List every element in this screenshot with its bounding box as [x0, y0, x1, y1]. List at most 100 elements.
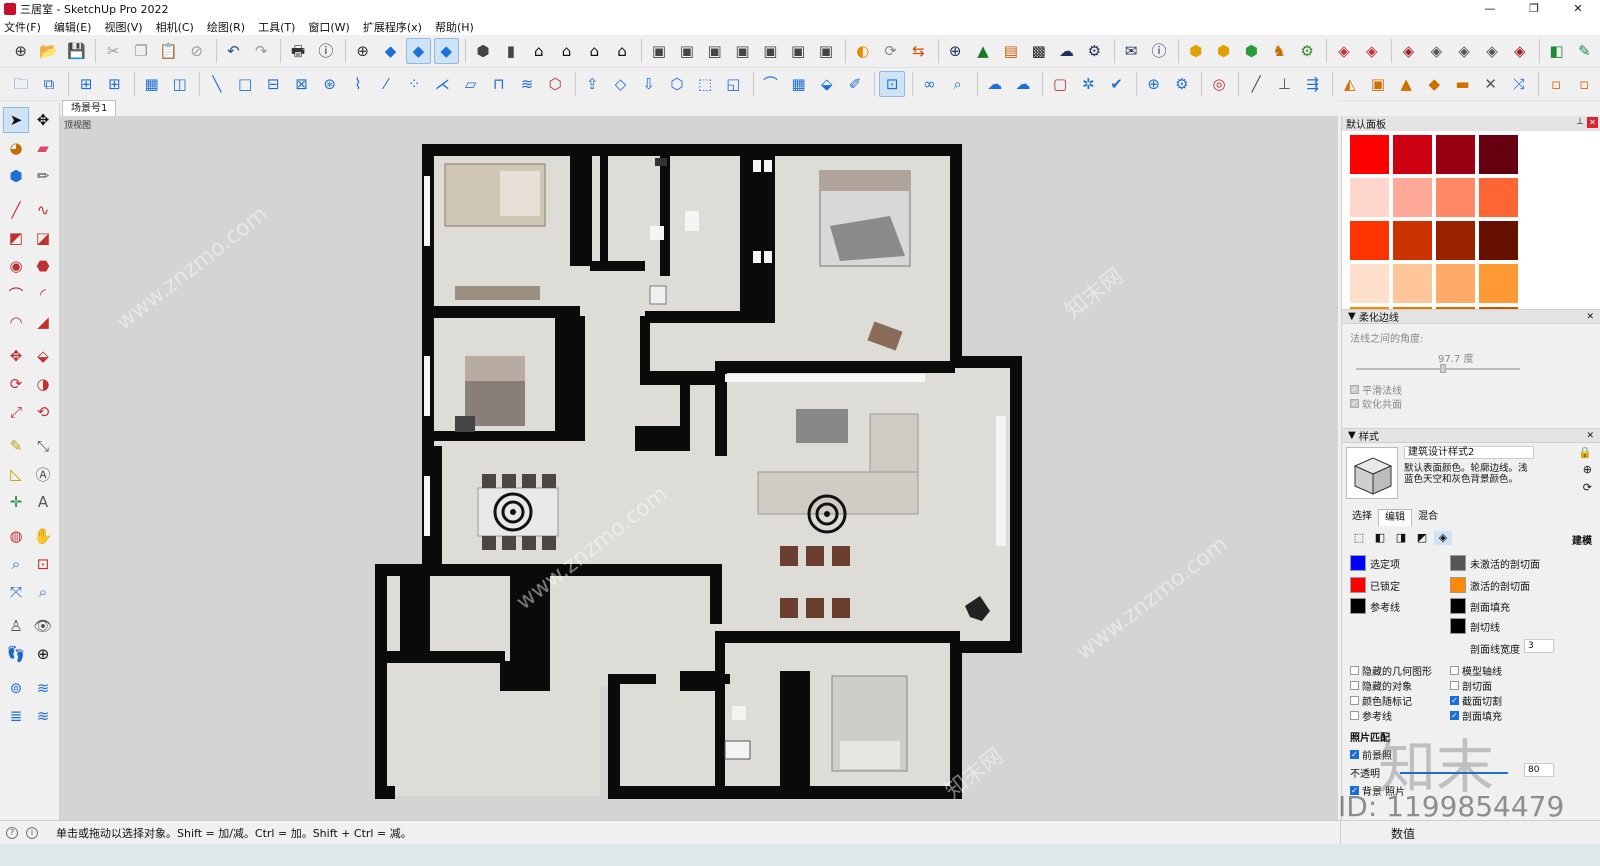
xray-icon[interactable]: ▣ [646, 38, 671, 64]
style-name-field[interactable]: 建筑设计样式2 [1404, 446, 1534, 459]
front-view-icon[interactable]: ⌂ [526, 38, 551, 64]
tape-icon[interactable]: ✎ [3, 433, 29, 459]
shaded-textures-icon[interactable]: ▣ [785, 38, 810, 64]
material-swatch[interactable] [1393, 178, 1432, 217]
grid-icon[interactable]: ▦ [139, 71, 165, 97]
three-point-arc-icon[interactable]: ◠ [3, 309, 29, 335]
plugin-figure-icon[interactable]: ♞ [1267, 38, 1292, 64]
styles-header[interactable]: ▼ 样式 ✕ [1342, 428, 1600, 443]
cloud2-icon[interactable]: ☁ [1010, 71, 1036, 97]
eraser-icon[interactable]: ▰ [30, 135, 56, 161]
zoom-window-icon[interactable]: ⊡ [30, 551, 56, 577]
section-close-icon[interactable]: ✕ [1586, 431, 1594, 441]
look-around-icon[interactable]: 👁 [30, 613, 56, 639]
right-view-icon[interactable]: ⌂ [554, 38, 579, 64]
material-swatch[interactable] [1479, 135, 1518, 174]
paint-icon[interactable]: ⬙ [814, 71, 840, 97]
plugin-gear-green-icon[interactable]: ⚙ [1294, 38, 1319, 64]
section-close-icon[interactable]: ✕ [1586, 312, 1594, 322]
color-row-guides[interactable]: 参考线 [1350, 598, 1400, 614]
circle-icon[interactable]: ◉ [3, 253, 29, 279]
mirror-icon[interactable]: ◫ [167, 71, 193, 97]
tab-edit[interactable]: 编辑 [1378, 509, 1412, 526]
sandbox-scratch-icon[interactable]: ≋ [30, 675, 56, 701]
display-section-cuts-icon[interactable]: ◆ [405, 38, 432, 64]
brush-icon[interactable]: ✐ [842, 71, 868, 97]
menu-window[interactable]: 窗口(W) [308, 19, 349, 35]
stamp-icon[interactable]: ≣ [3, 703, 29, 729]
menu-edit[interactable]: 编辑(E) [54, 19, 92, 35]
stairs-icon[interactable]: ⊠ [289, 71, 315, 97]
scale-icon[interactable]: ⤢ [3, 399, 29, 425]
guides-checkbox[interactable] [1350, 711, 1359, 720]
undo-icon[interactable]: ↶ [221, 38, 246, 64]
tool-arrow-icon[interactable]: ⤨ [1506, 71, 1532, 97]
color-row-section-fill[interactable]: 剖面填充 [1450, 598, 1510, 614]
menu-help[interactable]: 帮助(H) [435, 19, 474, 35]
settings-icon[interactable]: ⚙ [1169, 71, 1195, 97]
scene-tab-1[interactable]: 场景号1 [62, 100, 117, 116]
checker-icon[interactable]: ▩ [1026, 38, 1051, 64]
color-row-selected[interactable]: 选定项 [1350, 555, 1400, 571]
save-icon[interactable]: 💾 [64, 38, 89, 64]
follow-me-icon[interactable]: ◑ [30, 371, 56, 397]
section-width-input[interactable]: 3 [1524, 639, 1554, 653]
model-axes-checkbox[interactable] [1450, 666, 1459, 675]
material-swatch[interactable] [1479, 178, 1518, 217]
zoom-extents-icon[interactable]: ⤧ [3, 579, 29, 605]
guides-color-swatch[interactable] [1350, 598, 1366, 614]
menu-camera[interactable]: 相机(C) [156, 19, 194, 35]
left-view-icon[interactable]: ⌂ [610, 38, 635, 64]
close-button[interactable]: ✕ [1556, 0, 1600, 18]
line-tool-icon[interactable]: ╲ [204, 71, 230, 97]
add-circle-icon[interactable]: ⊕ [943, 38, 968, 64]
material-swatch[interactable] [1393, 264, 1432, 303]
plugin-cube2-icon[interactable]: ⬢ [1211, 38, 1236, 64]
geo-location-icon[interactable]: ? [6, 826, 18, 839]
tool-orange2-icon[interactable]: ▣ [1365, 71, 1391, 97]
tool-orange3-icon[interactable]: ▲ [1393, 71, 1419, 97]
smooth-normals-checkbox[interactable]: ✓ [1350, 385, 1359, 394]
shaded-icon[interactable]: ▣ [758, 38, 783, 64]
split-icon[interactable]: ⋌ [430, 71, 456, 97]
pencil-line-icon[interactable]: ╱ [1243, 71, 1269, 97]
make-component-icon[interactable]: ⬢ [3, 163, 29, 189]
watermark-settings-icon[interactable]: ◩ [1413, 531, 1431, 545]
material-swatch[interactable] [1436, 135, 1475, 174]
protractor-icon[interactable]: ◺ [3, 461, 29, 487]
line-icon[interactable]: ╱ [3, 197, 29, 223]
print-icon[interactable]: 🖶 [285, 38, 310, 64]
material-swatch[interactable] [1350, 178, 1389, 217]
locked-color-swatch[interactable] [1350, 577, 1366, 593]
color-by-tag-checkbox[interactable] [1350, 696, 1359, 705]
plugin-arrows-icon[interactable]: ⇆ [906, 38, 931, 64]
menu-extensions[interactable]: 扩展程序(x) [363, 19, 422, 35]
hidden-line-icon[interactable]: ▣ [730, 38, 755, 64]
move-icon[interactable]: ✥ [3, 343, 29, 369]
measurements-box[interactable]: 数值 [1340, 821, 1600, 845]
tool-orange5-icon[interactable]: ▬ [1450, 71, 1476, 97]
hidden-objects-checkbox[interactable] [1350, 681, 1359, 690]
monochrome-icon[interactable]: ▣ [813, 38, 838, 64]
edge-settings-icon[interactable]: ⬚ [1350, 531, 1368, 545]
soften-coplanar-checkbox[interactable]: ✓ [1350, 399, 1359, 408]
model-axes-row[interactable]: 模型轴线 [1450, 663, 1502, 678]
back-view-icon[interactable]: ⌂ [582, 38, 607, 64]
orbit-icon[interactable]: ◍ [3, 523, 29, 549]
selected-color-swatch[interactable] [1350, 555, 1366, 571]
menu-view[interactable]: 视图(V) [104, 19, 142, 35]
extrude-icon[interactable]: ⇶ [1300, 71, 1326, 97]
material-swatch[interactable] [1436, 264, 1475, 303]
section-planes-checkbox[interactable] [1450, 681, 1459, 690]
rotated-rectangle-icon[interactable]: ◪ [30, 225, 56, 251]
upload-icon[interactable]: ⇪ [580, 71, 606, 97]
pin-icon[interactable]: ⊥ [1576, 117, 1584, 127]
tape-measure-icon[interactable]: ✏ [30, 163, 56, 189]
mail-icon[interactable]: ✉ [1118, 38, 1143, 64]
refresh-icon[interactable]: ⟳ [878, 38, 903, 64]
pie-icon[interactable]: ◢ [30, 309, 56, 335]
door-icon[interactable]: ⊟ [260, 71, 286, 97]
plugin-pencil-icon[interactable]: ✎ [1572, 38, 1597, 64]
opacity-input[interactable]: 80 [1524, 763, 1554, 777]
plane-icon[interactable]: ◇ [608, 71, 634, 97]
